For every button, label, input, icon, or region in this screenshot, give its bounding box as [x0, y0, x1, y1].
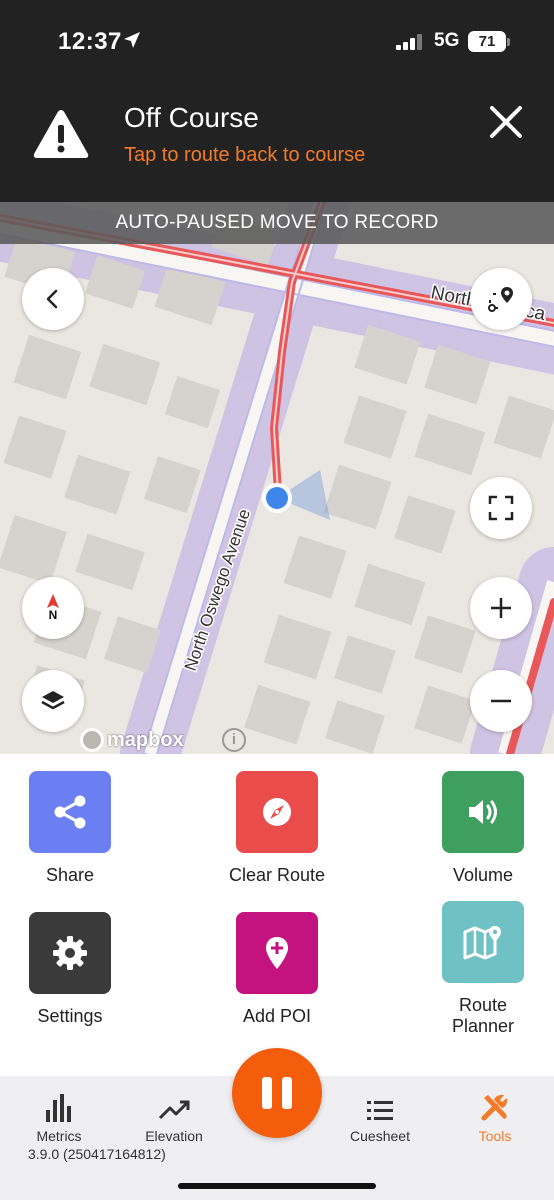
route-pin-icon [488, 287, 513, 312]
add-poi-tile[interactable] [236, 912, 318, 994]
pause-icon [262, 1077, 272, 1109]
trend-up-icon [158, 1100, 190, 1120]
chevron-left-icon [46, 289, 58, 309]
compass-label: N [48, 608, 58, 622]
status-bar: 12:37 5G 71 [0, 0, 554, 86]
gear-icon [53, 936, 87, 970]
mapbox-logo: mapbox [80, 728, 184, 752]
map-layers-button[interactable] [22, 670, 84, 732]
list-icon [367, 1101, 393, 1120]
tab-cuesheet[interactable]: Cuesheet [325, 1090, 435, 1144]
route-planner-tile[interactable] [442, 901, 524, 983]
home-indicator[interactable] [178, 1183, 376, 1189]
battery-icon [507, 38, 510, 46]
fullscreen-icon [488, 495, 514, 521]
reroute-link[interactable]: Tap to route back to course [124, 144, 365, 167]
map-view[interactable]: North Oswego Avenue North Seneca [0, 202, 554, 754]
minus-icon [491, 699, 511, 703]
zoom-out-button[interactable] [470, 670, 532, 732]
tab-metrics[interactable]: Metrics [4, 1090, 114, 1144]
share-label: Share [45, 865, 95, 885]
settings-tile[interactable] [29, 912, 111, 994]
volume-tool[interactable]: Volume [403, 771, 554, 886]
battery-level: 71 [468, 31, 506, 52]
tab-elevation-label: Elevation [145, 1128, 203, 1144]
settings-label: Settings [37, 1006, 103, 1026]
clear-route-label: Clear Route [228, 865, 326, 885]
pause-button[interactable] [232, 1048, 322, 1138]
route-planner-tool[interactable]: Route Planner [403, 901, 554, 1037]
app-version: 3.9.0 (250417164812) [28, 1146, 166, 1162]
close-icon[interactable] [486, 102, 526, 142]
banner-title: Off Course [124, 102, 259, 133]
route-options-button[interactable] [470, 268, 532, 330]
compass-north-icon [47, 594, 59, 608]
mapbox-icon [80, 728, 104, 752]
tab-tools[interactable]: Tools [440, 1090, 550, 1144]
tab-metrics-label: Metrics [36, 1128, 82, 1144]
share-icon [54, 795, 86, 829]
add-poi-tool[interactable]: Add POI [197, 912, 357, 1027]
plus-icon [491, 598, 511, 618]
compass-icon [263, 798, 291, 826]
tools-icon [481, 1094, 508, 1121]
clear-route-tile[interactable] [236, 771, 318, 853]
warning-icon [33, 110, 89, 158]
compass-button[interactable]: N [22, 577, 84, 639]
info-icon[interactable]: i [222, 728, 246, 752]
map-pin-plus-icon [266, 937, 288, 969]
route-planner-label: Route Planner [451, 995, 515, 1036]
layers-icon [41, 691, 65, 710]
network-type: 5G [434, 30, 460, 51]
mapbox-attribution: mapbox [107, 728, 184, 751]
back-button[interactable] [22, 268, 84, 330]
fullscreen-button[interactable] [470, 477, 532, 539]
map-icon [463, 926, 501, 960]
map-canvas[interactable]: North Oswego Avenue North Seneca [0, 202, 554, 754]
bar-chart-icon [46, 1094, 71, 1122]
settings-tool[interactable]: Settings [0, 912, 150, 1027]
volume-icon [469, 800, 497, 824]
share-tool[interactable]: Share [0, 771, 150, 886]
cellular-signal-icon [396, 34, 422, 50]
zoom-in-button[interactable] [470, 577, 532, 639]
share-tile[interactable] [29, 771, 111, 853]
pause-icon-bar [282, 1077, 292, 1109]
off-course-banner[interactable]: Off Course Tap to route back to course [0, 86, 554, 202]
auto-paused-notice: AUTO-PAUSED MOVE TO RECORD [0, 202, 554, 244]
status-time: 12:37 [58, 28, 122, 55]
clear-route-tool[interactable]: Clear Route [197, 771, 357, 886]
tab-cuesheet-label: Cuesheet [350, 1128, 410, 1144]
add-poi-label: Add POI [242, 1006, 312, 1026]
tab-tools-label: Tools [478, 1128, 512, 1144]
volume-label: Volume [452, 865, 514, 885]
volume-tile[interactable] [442, 771, 524, 853]
location-arrow-icon [124, 32, 140, 48]
tab-elevation[interactable]: Elevation [119, 1090, 229, 1144]
